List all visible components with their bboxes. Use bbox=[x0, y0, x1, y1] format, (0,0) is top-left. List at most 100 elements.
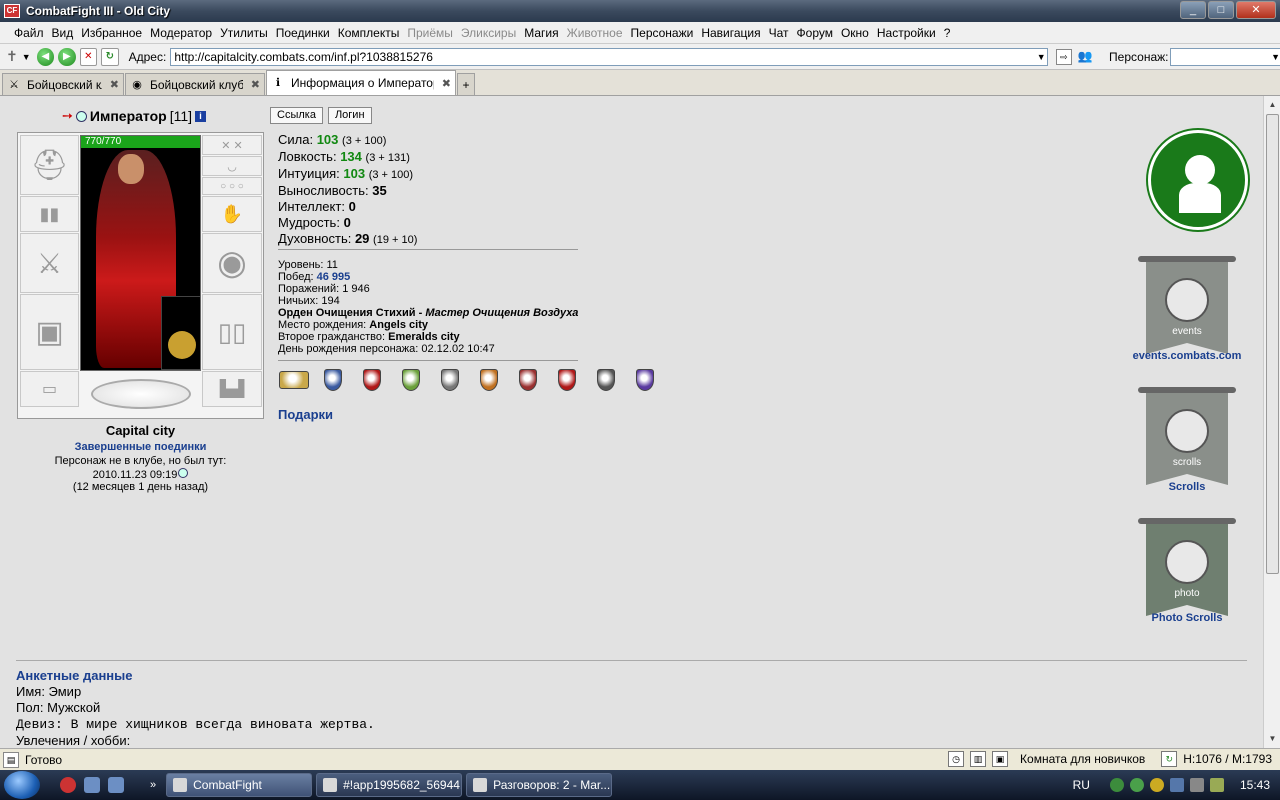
pet-image[interactable] bbox=[161, 296, 200, 370]
badge-icon[interactable] bbox=[434, 368, 465, 392]
badge-icon[interactable] bbox=[512, 368, 543, 392]
scrolls-link[interactable]: Scrolls bbox=[1117, 481, 1257, 493]
start-button[interactable] bbox=[0, 770, 44, 800]
monitor-icon[interactable] bbox=[108, 777, 124, 793]
menu-item[interactable]: Чат bbox=[765, 26, 793, 40]
address-dropdown-icon[interactable]: ▼ bbox=[1034, 48, 1048, 66]
forward-icon[interactable]: ▶ bbox=[58, 47, 76, 66]
new-tab-icon[interactable]: + bbox=[457, 73, 475, 95]
badge-icon[interactable] bbox=[317, 368, 348, 392]
menu-item[interactable]: Комплекты bbox=[334, 26, 404, 40]
badge-icon[interactable] bbox=[473, 368, 504, 392]
badge-icon[interactable] bbox=[278, 368, 309, 392]
menu-item[interactable]: ? bbox=[940, 26, 955, 40]
menu-item[interactable]: Окно bbox=[837, 26, 873, 40]
menu-item[interactable]: Вид bbox=[48, 26, 78, 40]
taskbar-task[interactable]: #!app1995682_56944... bbox=[316, 773, 463, 797]
menu-item[interactable]: Приёмы bbox=[403, 26, 457, 40]
browser-tab[interactable]: ℹ Информация о Император ✖ bbox=[266, 70, 456, 95]
finished-fights-link[interactable]: Завершенные поединки bbox=[17, 441, 264, 453]
scrolls-banner[interactable]: scrolls bbox=[1138, 387, 1236, 487]
badge-icon[interactable] bbox=[590, 368, 621, 392]
address-input[interactable]: http://capitalcity.combats.com/inf.pl?10… bbox=[170, 47, 1049, 66]
tray-app-icon[interactable] bbox=[1149, 778, 1164, 792]
network-icon[interactable] bbox=[1169, 778, 1184, 792]
vertical-scrollbar[interactable]: ▲ ▼ bbox=[1263, 96, 1280, 748]
link-button[interactable]: Ссылка bbox=[270, 107, 323, 124]
picture-status-icon[interactable]: ▣ bbox=[992, 751, 1009, 767]
badge-icon[interactable] bbox=[551, 368, 582, 392]
armor-slot[interactable]: ▣ bbox=[20, 294, 79, 370]
persona-dropdown-icon[interactable]: ▼ bbox=[1271, 52, 1280, 62]
photo-banner[interactable]: photo bbox=[1138, 518, 1236, 618]
tray-flower-icon[interactable] bbox=[1129, 778, 1144, 792]
gloves-slot[interactable]: ✋ bbox=[202, 196, 262, 232]
amulet-slot[interactable]: ◡ bbox=[202, 156, 262, 176]
badge-icon[interactable] bbox=[395, 368, 426, 392]
refresh-icon[interactable]: ↻ bbox=[101, 47, 119, 66]
persona-select[interactable] bbox=[1170, 47, 1280, 66]
scroll-down-icon[interactable]: ▼ bbox=[1266, 732, 1279, 746]
arrow-icon[interactable]: ➙ bbox=[62, 108, 73, 124]
helmet-slot[interactable]: ⛑ bbox=[20, 135, 79, 195]
browser-tab[interactable]: ◉ Бойцовский клуб. ✖ bbox=[125, 73, 265, 95]
menu-item[interactable]: Навигация bbox=[697, 26, 764, 40]
minimize-button[interactable]: _ bbox=[1180, 1, 1206, 19]
go-icon[interactable]: ⇨ bbox=[1055, 48, 1072, 65]
boots-slot[interactable]: ▙▟ bbox=[202, 371, 262, 407]
opera-icon[interactable] bbox=[60, 777, 76, 793]
tab-close-icon[interactable]: ✖ bbox=[442, 77, 451, 90]
leggings-slot[interactable]: ▯▯ bbox=[202, 294, 262, 370]
menu-item[interactable]: Животное bbox=[563, 26, 627, 40]
menu-item[interactable]: Настройки bbox=[873, 26, 940, 40]
rings-slot[interactable]: ○ ○ ○ bbox=[202, 177, 262, 195]
users-icon[interactable]: 👥 bbox=[1078, 49, 1095, 65]
menu-item[interactable]: Магия bbox=[520, 26, 562, 40]
docs-status-icon[interactable]: ▥ bbox=[970, 751, 987, 767]
info-icon[interactable]: i bbox=[195, 110, 206, 122]
photo-scrolls-link[interactable]: Photo Scrolls bbox=[1117, 612, 1257, 624]
browser-tab[interactable]: ⚔ Бойцовский клуб ✖ bbox=[2, 73, 124, 95]
language-indicator[interactable]: RU bbox=[1073, 778, 1090, 792]
menu-item[interactable]: Персонажи bbox=[627, 26, 698, 40]
icq-icon[interactable] bbox=[1109, 778, 1124, 792]
taskbar-task[interactable]: Разговоров: 2 - Mar... bbox=[466, 773, 613, 797]
refresh-status-icon[interactable]: ↻ bbox=[1161, 751, 1178, 767]
dropdown-icon[interactable]: ▼ bbox=[22, 52, 31, 62]
menu-item[interactable]: Утилиты bbox=[216, 26, 272, 40]
tab-close-icon[interactable]: ✖ bbox=[110, 78, 119, 91]
back-icon[interactable]: ◀ bbox=[36, 47, 55, 66]
weapon-slot[interactable]: ⚔ bbox=[20, 233, 79, 293]
stop-icon[interactable]: ✕ bbox=[79, 47, 98, 66]
badge-icon[interactable] bbox=[356, 368, 387, 392]
belt-slot[interactable]: ▭ bbox=[20, 371, 79, 407]
scroll-up-icon[interactable]: ▲ bbox=[1266, 98, 1279, 112]
site-logo[interactable] bbox=[1148, 130, 1248, 230]
menu-item[interactable]: Файл bbox=[10, 26, 48, 40]
pin-icon[interactable]: ✝ bbox=[6, 48, 18, 65]
shield-slot[interactable]: ◉ bbox=[202, 233, 262, 293]
earrings-slot[interactable]: ✕ ✕ bbox=[202, 135, 262, 155]
tab-close-icon[interactable]: ✖ bbox=[251, 78, 260, 91]
events-banner[interactable]: events bbox=[1138, 256, 1236, 356]
menu-item[interactable]: Эликсиры bbox=[457, 26, 520, 40]
menu-item[interactable]: Форум bbox=[793, 26, 837, 40]
close-button[interactable]: ✕ bbox=[1236, 1, 1276, 19]
menu-item[interactable]: Избранное bbox=[77, 26, 146, 40]
menu-item[interactable]: Поединки bbox=[272, 26, 334, 40]
menu-item[interactable]: Модератор bbox=[146, 26, 216, 40]
badge-icon[interactable] bbox=[629, 368, 660, 392]
volume-icon[interactable] bbox=[1189, 778, 1204, 792]
scroll-thumb[interactable] bbox=[1266, 114, 1279, 574]
gifts-link[interactable]: Подарки bbox=[278, 407, 333, 422]
clock-time[interactable]: 15:43 bbox=[1240, 778, 1270, 792]
taskbar-task[interactable]: CombatFight bbox=[166, 773, 313, 797]
events-link[interactable]: events.combats.com bbox=[1117, 350, 1257, 362]
tray-extra-icon[interactable] bbox=[1209, 778, 1224, 792]
bracers-slot[interactable]: ▮▮ bbox=[20, 196, 79, 232]
clock-status-icon[interactable]: ◷ bbox=[948, 751, 965, 767]
login-button[interactable]: Логин bbox=[327, 107, 372, 124]
show-desktop-icon[interactable] bbox=[84, 777, 100, 793]
maximize-button[interactable]: □ bbox=[1208, 1, 1234, 19]
taskbar-more-icon[interactable]: » bbox=[150, 779, 156, 791]
